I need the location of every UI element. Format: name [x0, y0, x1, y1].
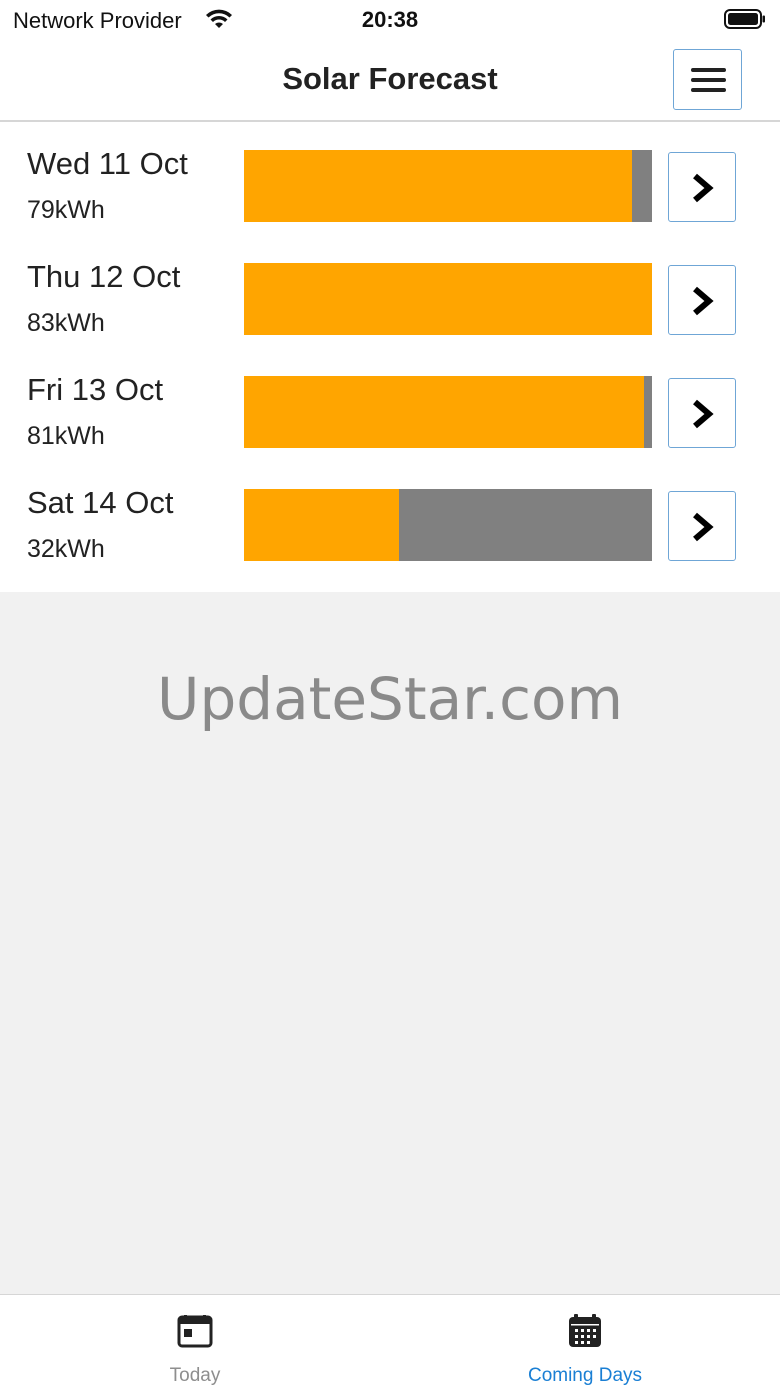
- day-label: Fri 13 Oct: [27, 372, 164, 407]
- battery-icon: [724, 9, 765, 29]
- chevron-right-icon: [693, 399, 714, 429]
- watermark: UpdateStar.com: [157, 665, 623, 733]
- day-energy: 32kWh: [27, 535, 105, 563]
- page-title: Solar Forecast: [282, 61, 498, 96]
- tab-today[interactable]: Today: [0, 1295, 390, 1387]
- forecast-list: Wed 11 Oct 79kWh Thu 12 Oct 83kWh Fri 13…: [0, 122, 780, 592]
- chevron-right-icon: [693, 173, 714, 203]
- forecast-bar: [244, 150, 652, 222]
- day-energy: 79kWh: [27, 196, 105, 224]
- forecast-bar-fill: [244, 489, 400, 561]
- day-energy: 81kWh: [27, 422, 105, 450]
- tab-label: Coming Days: [527, 1365, 643, 1386]
- forecast-row: Sat 14 Oct 32kWh: [0, 461, 780, 574]
- screen: Network Provider 20:38 Solar Forecast We…: [0, 0, 780, 1387]
- status-bar: Network Provider 20:38: [0, 0, 780, 40]
- tab-label: Today: [169, 1365, 221, 1386]
- forecast-bar: [244, 489, 652, 561]
- forecast-bar: [244, 263, 652, 335]
- forecast-bar-fill: [244, 263, 652, 335]
- nav-bar: Solar Forecast: [0, 40, 780, 122]
- day-label: Sat 14 Oct: [27, 485, 174, 520]
- forecast-bar-fill: [244, 150, 633, 222]
- calendar-grid-icon: [569, 1314, 601, 1347]
- clock: 20:38: [361, 7, 419, 32]
- forecast-row: Thu 12 Oct 83kWh: [0, 235, 780, 348]
- day-detail-button[interactable]: [668, 265, 736, 335]
- tab-bar: Today Coming Days: [0, 1294, 780, 1387]
- day-label: Thu 12 Oct: [27, 259, 181, 294]
- forecast-bar-fill: [244, 376, 645, 448]
- day-detail-button[interactable]: [668, 378, 736, 448]
- day-label: Wed 11 Oct: [27, 146, 188, 181]
- forecast-row: Wed 11 Oct 79kWh: [0, 122, 780, 235]
- forecast-bar: [244, 376, 652, 448]
- chevron-right-icon: [693, 512, 714, 542]
- forecast-row: Fri 13 Oct 81kWh: [0, 348, 780, 461]
- chevron-right-icon: [693, 286, 714, 316]
- tab-coming-days[interactable]: Coming Days: [390, 1295, 780, 1387]
- day-energy: 83kWh: [27, 309, 105, 337]
- calendar-today-icon: [177, 1315, 213, 1348]
- menu-button[interactable]: [673, 49, 742, 110]
- day-detail-button[interactable]: [668, 491, 736, 561]
- day-detail-button[interactable]: [668, 152, 736, 222]
